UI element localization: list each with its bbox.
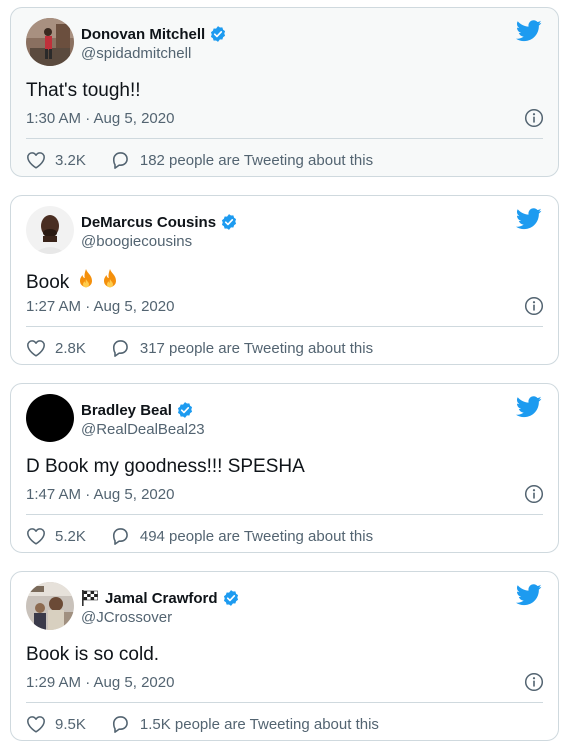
heart-icon[interactable] (26, 527, 46, 545)
author-handle[interactable]: @spidadmitchell (81, 45, 191, 62)
tweet-text-body: Book is so cold. (26, 644, 160, 665)
tweet-text: That's tough!! (26, 80, 141, 102)
author-handle[interactable]: @boogiecousins (81, 233, 192, 250)
author-name-text: DeMarcus Cousins (81, 213, 217, 231)
verified-badge-icon (220, 213, 238, 231)
people-tweeting-link[interactable]: 317 people are Tweeting about this (140, 340, 373, 357)
tweet-text: D Book my goodness!!! SPESHA (26, 456, 305, 478)
fire-icon (75, 268, 97, 298)
twitter-bird-icon[interactable] (516, 584, 542, 611)
divider (26, 326, 543, 327)
tweet-text-body: Book (26, 272, 70, 293)
tweet-timestamp[interactable]: 1:27 AM · Aug 5, 2020 (26, 298, 174, 315)
people-tweeting-link[interactable]: 1.5K people are Tweeting about this (140, 716, 379, 733)
people-tweeting-link[interactable]: 494 people are Tweeting about this (140, 528, 373, 545)
author-name-text: Donovan Mitchell (81, 25, 206, 43)
checkered-flag-icon (81, 590, 99, 606)
author-handle[interactable]: @RealDealBeal23 (81, 421, 205, 438)
info-icon[interactable] (524, 672, 544, 697)
info-icon[interactable] (524, 108, 544, 133)
people-tweeting-link[interactable]: 182 people are Tweeting about this (140, 152, 373, 169)
like-count[interactable]: 3.2K (55, 152, 86, 169)
like-count[interactable]: 5.2K (55, 528, 86, 545)
twitter-bird-icon[interactable] (516, 20, 542, 47)
divider (26, 702, 543, 703)
divider (26, 514, 543, 515)
avatar[interactable] (26, 206, 74, 254)
author-name-text: Bradley Beal (81, 401, 172, 419)
heart-icon[interactable] (26, 151, 46, 169)
tweet-feed: Donovan Mitchell @spidadmitchell That's … (0, 0, 570, 750)
like-count[interactable]: 2.8K (55, 340, 86, 357)
author-name[interactable]: Bradley Beal (81, 401, 194, 419)
avatar[interactable] (26, 18, 74, 66)
tweet-text-body: D Book my goodness!!! SPESHA (26, 456, 305, 477)
reply-bubble-icon[interactable] (110, 150, 130, 170)
author-name[interactable]: DeMarcus Cousins (81, 213, 238, 231)
info-icon[interactable] (524, 484, 544, 509)
author-name-text: Jamal Crawford (105, 589, 218, 607)
embedded-tweet[interactable]: Donovan Mitchell @spidadmitchell That's … (10, 7, 559, 177)
reply-bubble-icon[interactable] (110, 526, 130, 546)
verified-badge-icon (222, 589, 240, 607)
reply-bubble-icon[interactable] (110, 338, 130, 358)
heart-icon[interactable] (26, 715, 46, 733)
tweet-actions: 5.2K 494 people are Tweeting about this (26, 526, 373, 546)
embedded-tweet[interactable]: Bradley Beal @RealDealBeal23 D Book my g… (10, 383, 559, 553)
fire-icon (99, 268, 121, 298)
author-name[interactable]: Donovan Mitchell (81, 25, 227, 43)
verified-badge-icon (209, 25, 227, 43)
avatar[interactable] (26, 394, 74, 442)
verified-badge-icon (176, 401, 194, 419)
tweet-actions: 3.2K 182 people are Tweeting about this (26, 150, 373, 170)
twitter-bird-icon[interactable] (516, 208, 542, 235)
tweet-actions: 9.5K 1.5K people are Tweeting about this (26, 714, 379, 734)
tweet-text-body: That's tough!! (26, 80, 141, 101)
reply-bubble-icon[interactable] (110, 714, 130, 734)
like-count[interactable]: 9.5K (55, 716, 86, 733)
info-icon[interactable] (524, 296, 544, 321)
heart-icon[interactable] (26, 339, 46, 357)
twitter-bird-icon[interactable] (516, 396, 542, 423)
author-name[interactable]: Jamal Crawford (81, 589, 240, 607)
tweet-timestamp[interactable]: 1:29 AM · Aug 5, 2020 (26, 674, 174, 691)
avatar[interactable] (26, 582, 74, 630)
divider (26, 138, 543, 139)
tweet-text: Book (26, 268, 121, 298)
fire-emojis (75, 268, 121, 298)
tweet-text: Book is so cold. (26, 644, 159, 666)
tweet-timestamp[interactable]: 1:47 AM · Aug 5, 2020 (26, 486, 174, 503)
author-handle[interactable]: @JCrossover (81, 609, 172, 626)
embedded-tweet[interactable]: DeMarcus Cousins @boogiecousins Book 1:2… (10, 195, 559, 365)
tweet-timestamp[interactable]: 1:30 AM · Aug 5, 2020 (26, 110, 174, 127)
tweet-actions: 2.8K 317 people are Tweeting about this (26, 338, 373, 358)
embedded-tweet[interactable]: Jamal Crawford @JCrossover Book is so co… (10, 571, 559, 741)
